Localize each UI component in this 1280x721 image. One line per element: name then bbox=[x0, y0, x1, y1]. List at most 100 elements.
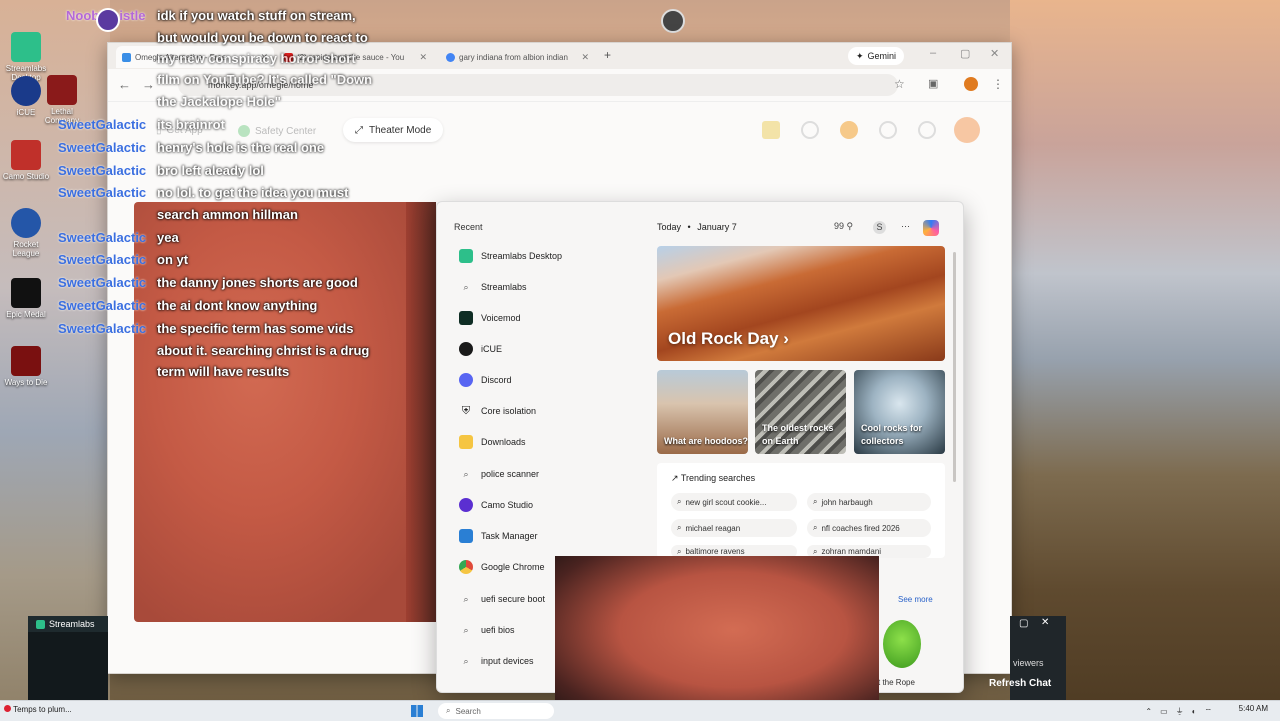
gift-icon[interactable] bbox=[762, 121, 780, 139]
trend-pill[interactable]: ⌕ michael reagan bbox=[671, 519, 797, 537]
camo-icon bbox=[459, 498, 473, 512]
weather-widget[interactable]: Temps to plum... bbox=[4, 705, 72, 714]
close-window-button[interactable]: ✕ bbox=[990, 47, 999, 60]
profile-initial[interactable]: S bbox=[873, 221, 886, 234]
chat-message: henry's hole is the real one bbox=[157, 140, 325, 155]
expand-icon: ⤢ bbox=[355, 124, 363, 136]
trend-pill[interactable]: ⌕ new girl scout cookie... bbox=[671, 493, 797, 511]
profile-avatar[interactable] bbox=[964, 77, 978, 91]
maximize-button[interactable]: ▢ bbox=[960, 47, 970, 60]
windows-start-icon[interactable] bbox=[411, 705, 423, 717]
search-icon: ⌕ bbox=[677, 497, 682, 506]
chat-message: the specific term has some vids bbox=[157, 321, 354, 336]
minimize-button[interactable]: – bbox=[930, 47, 936, 59]
recent-item[interactable]: ⌕ uefi bios bbox=[459, 620, 514, 640]
chat-username: SweetGalactic bbox=[58, 252, 147, 267]
tab-favicon bbox=[122, 52, 131, 62]
desktop-icon-ways-to-die[interactable]: Ways to Die bbox=[0, 346, 52, 387]
weather-icon bbox=[4, 705, 11, 712]
chat-message: idk if you watch stuff on stream, bbox=[157, 8, 356, 23]
recent-heading: Recent bbox=[454, 222, 483, 232]
chat-message: on yt bbox=[157, 252, 189, 267]
history-icon[interactable] bbox=[879, 121, 897, 139]
bookmark-star-icon[interactable]: ☆ bbox=[894, 77, 905, 91]
user-avatar[interactable] bbox=[954, 117, 980, 143]
desktop-icon-medal[interactable]: Epic Medal bbox=[0, 278, 52, 319]
close-icon[interactable]: ✕ bbox=[419, 52, 427, 63]
tab-google[interactable]: gary indiana from albion indian ✕ bbox=[440, 46, 595, 68]
extensions-icon[interactable]: ▣ bbox=[928, 77, 938, 90]
recent-item[interactable]: ⛨ Core isolation bbox=[459, 401, 536, 421]
recent-item[interactable]: iCUE bbox=[459, 339, 502, 359]
copilot-icon[interactable] bbox=[923, 220, 939, 236]
chat-message: the Jackalope Hole" bbox=[157, 94, 281, 109]
search-icon: ⌕ bbox=[677, 523, 682, 532]
recent-item[interactable]: Google Chrome bbox=[459, 557, 545, 577]
medal-icon bbox=[11, 278, 41, 308]
chat-username: SweetGalactic bbox=[58, 117, 147, 132]
chat-username: SweetGalactic bbox=[58, 140, 147, 155]
messages-icon[interactable] bbox=[918, 121, 936, 139]
see-more-link[interactable]: See more bbox=[898, 595, 933, 604]
streamlabs-panel bbox=[28, 632, 108, 700]
scrollbar[interactable] bbox=[953, 252, 956, 482]
voicemod-icon bbox=[459, 311, 473, 325]
recent-item[interactable]: Downloads bbox=[459, 432, 526, 452]
trend-pill[interactable]: ⌕ john harbaugh bbox=[807, 493, 931, 511]
chat-message: term will have results bbox=[157, 364, 290, 379]
chat-username: SweetGalactic bbox=[58, 298, 147, 313]
recent-item[interactable]: ⌕ uefi secure boot bbox=[459, 589, 545, 609]
chat-message: search ammon hillman bbox=[157, 207, 298, 222]
card-cool-rocks[interactable]: Cool rocks for collectors bbox=[854, 370, 945, 454]
search-icon: ⌕ bbox=[463, 655, 469, 666]
streamlabs-window-title[interactable]: Streamlabs bbox=[28, 616, 108, 632]
recent-item[interactable]: Streamlabs Desktop bbox=[459, 246, 562, 266]
recent-item[interactable]: Task Manager bbox=[459, 526, 538, 546]
close-icon[interactable]: ✕ bbox=[581, 52, 589, 63]
chat-message: no lol. to get the idea you must bbox=[157, 185, 349, 200]
folder-icon bbox=[459, 435, 473, 449]
recent-item[interactable]: Discord bbox=[459, 370, 512, 390]
safety-center-link[interactable]: Safety Center bbox=[238, 125, 316, 137]
recent-item[interactable]: ⌕ police scanner bbox=[459, 464, 539, 484]
chat-badge-icon bbox=[96, 8, 120, 32]
chat-message: the ai dont know anything bbox=[157, 298, 318, 313]
desktop-icon-camo[interactable]: Camo Studio bbox=[0, 140, 52, 181]
search-icon: ⌕ bbox=[813, 497, 818, 506]
card-hoodoos[interactable]: What are hoodoos? bbox=[657, 370, 748, 454]
menu-kebab-icon[interactable]: ⋮ bbox=[992, 77, 1004, 91]
taskbar-search-input[interactable]: ⌕ Search bbox=[438, 703, 554, 719]
streamlabs-icon bbox=[36, 619, 45, 629]
today-heading: Today • January 7 bbox=[657, 222, 737, 232]
gemini-button[interactable]: ✦ Gemini bbox=[848, 47, 905, 65]
coin-icon[interactable] bbox=[840, 121, 858, 139]
desktop-wallpaper-right bbox=[1010, 0, 1280, 720]
frog-game-icon[interactable] bbox=[883, 620, 921, 668]
trend-pill[interactable]: ⌕ nfl coaches fired 2026 bbox=[807, 519, 931, 537]
recent-item[interactable]: Camo Studio bbox=[459, 495, 533, 515]
new-tab-button[interactable]: + bbox=[604, 48, 611, 62]
trophy-icon: ⚲ bbox=[846, 221, 854, 231]
popout-icon[interactable]: ▢ bbox=[1019, 618, 1028, 629]
search-icon[interactable] bbox=[801, 121, 819, 139]
camo-icon bbox=[11, 140, 41, 170]
close-icon[interactable]: ✕ bbox=[1041, 617, 1049, 628]
forward-icon[interactable]: → bbox=[142, 77, 155, 92]
recent-item[interactable]: ⌕ input devices bbox=[459, 651, 533, 671]
card-oldest-rocks[interactable]: The oldest rocks on Earth bbox=[755, 370, 846, 454]
recent-item[interactable]: ⌕ Streamlabs bbox=[459, 277, 526, 297]
recent-item[interactable]: Voicemod bbox=[459, 308, 521, 328]
refresh-chat-button[interactable]: Refresh Chat bbox=[989, 678, 1051, 689]
rewards-points[interactable]: 99 ⚲ bbox=[834, 221, 853, 232]
camera-icon[interactable] bbox=[661, 9, 685, 33]
clock[interactable]: 5:40 AM bbox=[1239, 704, 1268, 713]
more-options-icon[interactable]: ⋯ bbox=[901, 221, 910, 232]
theater-mode-button[interactable]: ⤢ Theater Mode bbox=[343, 118, 444, 142]
desktop-icon-rocket-league[interactable]: Rocket League bbox=[0, 208, 52, 258]
tray-icons[interactable]: ⌃▭⏚◐⌔ bbox=[1145, 706, 1220, 717]
back-icon[interactable]: ← bbox=[118, 77, 131, 92]
rocket-league-icon bbox=[11, 208, 41, 238]
chrome-icon bbox=[459, 560, 473, 574]
chat-message: my new conspiracy horror short bbox=[157, 51, 356, 66]
hero-card-old-rock-day[interactable]: Old Rock Day › bbox=[657, 246, 945, 361]
